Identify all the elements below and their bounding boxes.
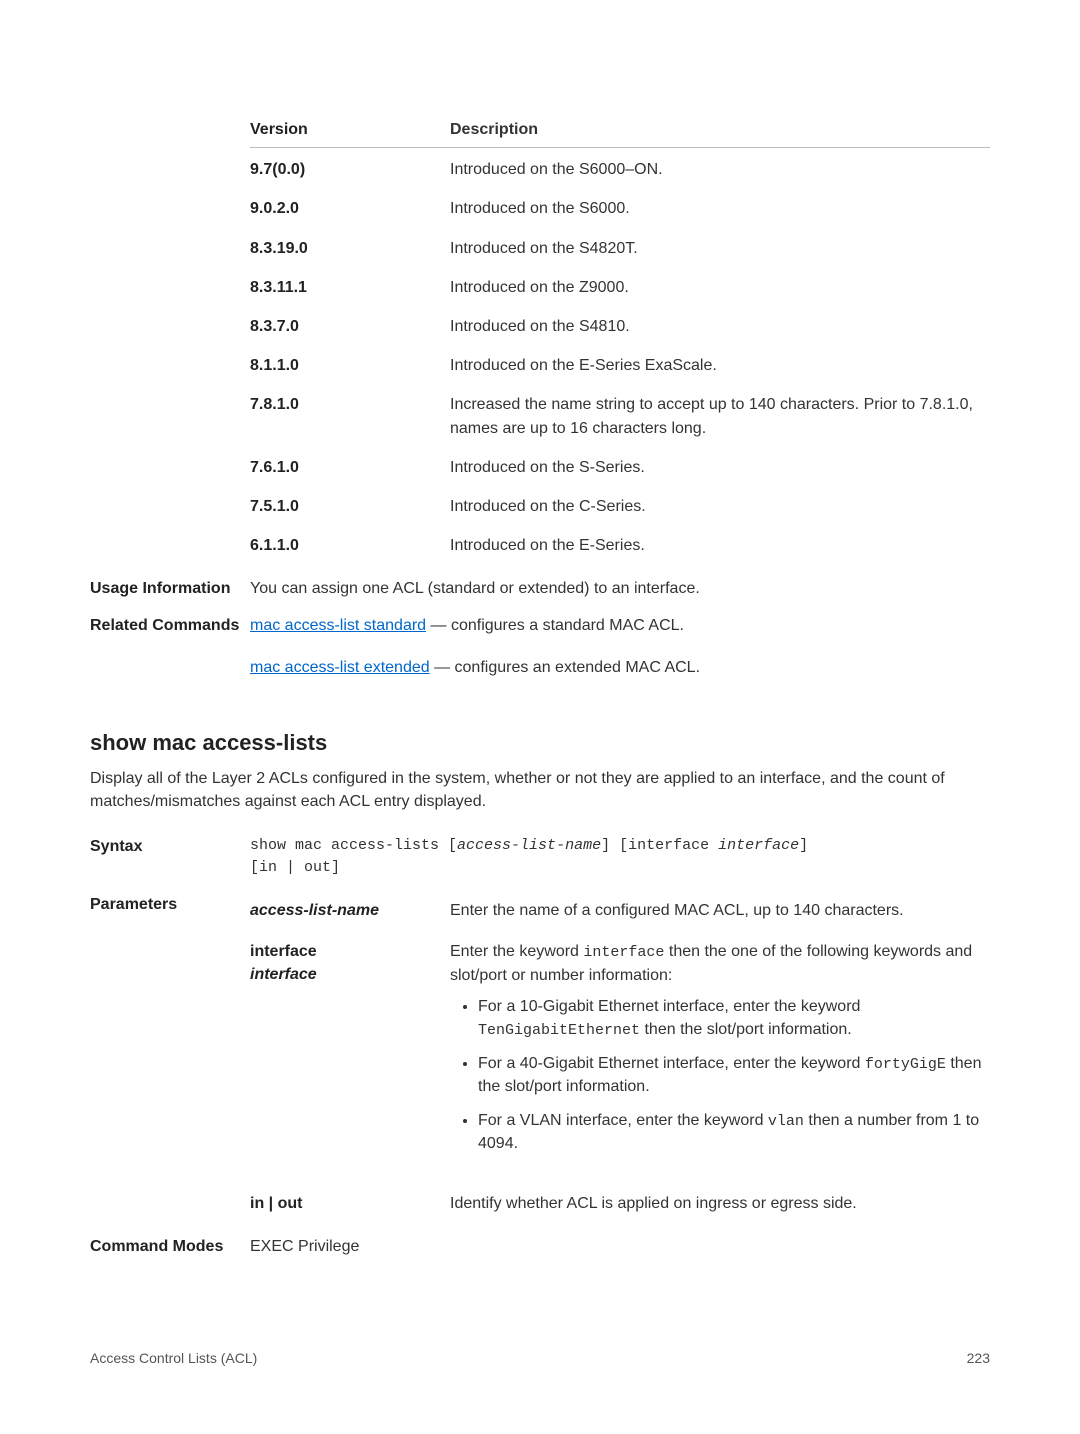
bullet-code: vlan: [768, 1113, 804, 1130]
version-cell: 8.3.11.1: [250, 276, 450, 299]
command-modes-label: Command Modes: [90, 1235, 250, 1258]
param-bullet-list: For a 10-Gigabit Ethernet interface, ent…: [450, 995, 990, 1156]
description-cell: Introduced on the S-Series.: [450, 456, 990, 479]
parameter-item: in | out Identify whether ACL is applied…: [250, 1186, 990, 1221]
description-cell: Increased the name string to accept up t…: [450, 393, 990, 439]
parameters-label: Parameters: [90, 893, 250, 916]
page-footer: Access Control Lists (ACL) 223: [90, 1348, 990, 1368]
param-name: in | out: [250, 1192, 450, 1215]
list-item: For a 40-Gigabit Ethernet interface, ent…: [478, 1052, 990, 1099]
table-row: 8.1.1.0 Introduced on the E-Series ExaSc…: [250, 346, 990, 385]
syntax-text: show mac access-lists [: [250, 837, 457, 854]
table-row: 9.7(0.0) Introduced on the S6000–ON.: [250, 150, 990, 189]
table-row: 9.0.2.0 Introduced on the S6000.: [250, 189, 990, 228]
syntax-label: Syntax: [90, 835, 250, 858]
syntax-arg: interface: [718, 837, 799, 854]
param-name-keyword: interface: [250, 943, 317, 960]
param-desc: Enter the keyword interface then the one…: [450, 940, 990, 1166]
col-description-header: Description: [450, 118, 990, 141]
related-commands-row: Related Commands mac access-list standar…: [90, 614, 990, 678]
bullet-post: then the slot/port information.: [640, 1021, 852, 1038]
param-name: interface interface: [250, 940, 450, 1166]
version-cell: 8.3.7.0: [250, 315, 450, 338]
description-cell: Introduced on the Z9000.: [450, 276, 990, 299]
description-cell: Introduced on the S6000–ON.: [450, 158, 990, 181]
version-cell: 9.0.2.0: [250, 197, 450, 220]
table-row: 7.5.1.0 Introduced on the C-Series.: [250, 487, 990, 526]
footer-left: Access Control Lists (ACL): [90, 1348, 257, 1368]
table-header-row: Version Description: [250, 110, 990, 148]
usage-text: You can assign one ACL (standard or exte…: [250, 577, 990, 600]
version-cell: 7.8.1.0: [250, 393, 450, 439]
mac-access-list-standard-link[interactable]: mac access-list standard: [250, 617, 426, 634]
table-row: 7.8.1.0 Increased the name string to acc…: [250, 385, 990, 447]
related-item-rest: — configures a standard MAC ACL.: [426, 617, 684, 634]
bullet-code: TenGigabitEthernet: [478, 1022, 640, 1039]
param-desc: Enter the name of a configured MAC ACL, …: [450, 899, 990, 922]
command-modes-value: EXEC Privilege: [250, 1235, 990, 1258]
list-item: For a 10-Gigabit Ethernet interface, ent…: [478, 995, 990, 1042]
syntax-row: Syntax show mac access-lists [access-lis…: [90, 835, 990, 879]
table-row: 8.3.7.0 Introduced on the S4810.: [250, 307, 990, 346]
table-row: 8.3.11.1 Introduced on the Z9000.: [250, 268, 990, 307]
mac-access-list-extended-link[interactable]: mac access-list extended: [250, 659, 430, 676]
description-cell: Introduced on the S4820T.: [450, 237, 990, 260]
related-item: mac access-list extended — configures an…: [250, 656, 990, 679]
syntax-text: [in | out]: [250, 859, 340, 876]
section-description: Display all of the Layer 2 ACLs configur…: [90, 767, 990, 813]
list-item: For a VLAN interface, enter the keyword …: [478, 1109, 990, 1156]
page-container: Version Description 9.7(0.0) Introduced …: [0, 0, 1080, 1408]
usage-label: Usage Information: [90, 577, 250, 600]
version-cell: 9.7(0.0): [250, 158, 450, 181]
related-item: mac access-list standard — configures a …: [250, 614, 990, 637]
bullet-code: fortyGigE: [865, 1056, 946, 1073]
version-history-table: Version Description 9.7(0.0) Introduced …: [250, 110, 990, 565]
table-row: 6.1.1.0 Introduced on the E-Series.: [250, 526, 990, 565]
related-label: Related Commands: [90, 614, 250, 637]
parameters-row: Parameters access-list-name Enter the na…: [90, 893, 990, 1221]
version-cell: 7.5.1.0: [250, 495, 450, 518]
param-desc-pre: Enter the keyword: [450, 943, 583, 960]
syntax-text: ]: [799, 837, 808, 854]
description-cell: Introduced on the S6000.: [450, 197, 990, 220]
syntax-arg: access-list-name: [457, 837, 601, 854]
footer-page-number: 223: [967, 1348, 990, 1368]
command-modes-row: Command Modes EXEC Privilege: [90, 1235, 990, 1258]
table-row: 7.6.1.0 Introduced on the S-Series.: [250, 448, 990, 487]
param-name: access-list-name: [250, 899, 450, 922]
version-cell: 8.3.19.0: [250, 237, 450, 260]
syntax-text: ] [interface: [601, 837, 718, 854]
section-title: show mac access-lists: [90, 727, 990, 759]
description-cell: Introduced on the S4810.: [450, 315, 990, 338]
bullet-pre: For a 10-Gigabit Ethernet interface, ent…: [478, 998, 860, 1015]
param-name-arg: interface: [250, 966, 317, 983]
table-row: 8.3.19.0 Introduced on the S4820T.: [250, 229, 990, 268]
param-desc: Identify whether ACL is applied on ingre…: [450, 1192, 990, 1215]
syntax-content: show mac access-lists [access-list-name]…: [250, 835, 990, 879]
bullet-pre: For a VLAN interface, enter the keyword: [478, 1112, 768, 1129]
description-cell: Introduced on the E-Series.: [450, 534, 990, 557]
parameter-item: access-list-name Enter the name of a con…: [250, 893, 990, 928]
description-cell: Introduced on the C-Series.: [450, 495, 990, 518]
version-cell: 8.1.1.0: [250, 354, 450, 377]
param-desc-code: interface: [583, 944, 664, 961]
version-cell: 6.1.1.0: [250, 534, 450, 557]
usage-information-row: Usage Information You can assign one ACL…: [90, 577, 990, 600]
description-cell: Introduced on the E-Series ExaScale.: [450, 354, 990, 377]
bullet-pre: For a 40-Gigabit Ethernet interface, ent…: [478, 1055, 865, 1072]
parameter-item: interface interface Enter the keyword in…: [250, 934, 990, 1172]
related-item-rest: — configures an extended MAC ACL.: [430, 659, 700, 676]
col-version-header: Version: [250, 118, 450, 141]
version-cell: 7.6.1.0: [250, 456, 450, 479]
